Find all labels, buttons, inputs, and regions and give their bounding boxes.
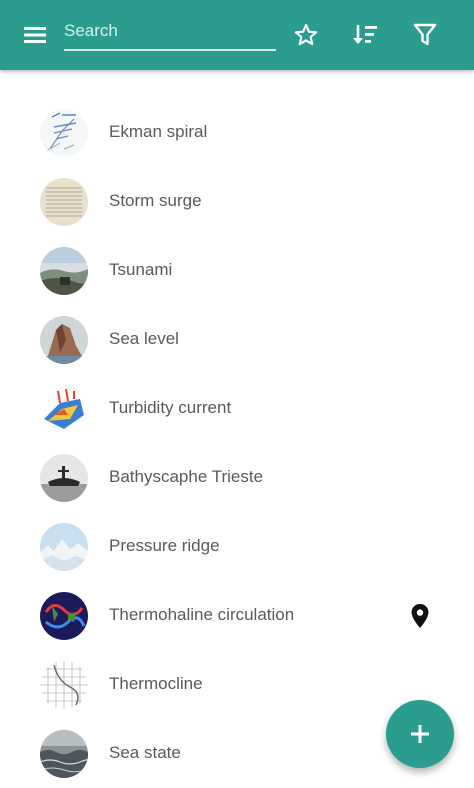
list-item-label: Tsunami (109, 260, 173, 279)
list-item-label: Sea state (109, 743, 181, 762)
search-underline (64, 49, 276, 51)
top-app-bar (0, 0, 474, 70)
list-item-label: Storm surge (109, 191, 202, 210)
sort-button[interactable] (347, 17, 383, 53)
location-pin-icon (411, 604, 429, 628)
list-item-turbidity-current[interactable]: Turbidity current (0, 374, 474, 443)
sort-icon (353, 25, 377, 44)
thumbnail (40, 454, 88, 502)
filter-icon (413, 23, 437, 46)
favorites-button[interactable] (288, 17, 324, 53)
thumbnail (40, 109, 88, 157)
list-item-label: Thermocline (109, 674, 203, 693)
list-item-pressure-ridge[interactable]: Pressure ridge (0, 512, 474, 581)
thumbnail (40, 661, 88, 709)
thumbnail (40, 523, 88, 571)
search-field (64, 12, 276, 52)
thumbnail (40, 592, 88, 640)
list-item-label: Thermohaline circulation (109, 605, 295, 624)
menu-button[interactable] (18, 20, 52, 50)
list-item-ekman-spiral[interactable]: Ekman spiral (0, 98, 474, 167)
search-input[interactable] (64, 16, 276, 46)
hamburger-menu-icon (24, 27, 46, 43)
list-item-label: Bathyscaphe Trieste (109, 467, 264, 486)
list-item-label: Ekman spiral (109, 122, 208, 141)
article-list: Ekman spiral Storm surge Tsunami Sea lev… (0, 98, 474, 788)
list-item-tsunami[interactable]: Tsunami (0, 236, 474, 305)
list-item-storm-surge[interactable]: Storm surge (0, 167, 474, 236)
list-item-label: Pressure ridge (109, 536, 220, 555)
list-item-sea-level[interactable]: Sea level (0, 305, 474, 374)
thumbnail (40, 385, 88, 433)
filter-button[interactable] (407, 17, 443, 53)
star-outline-icon (294, 23, 318, 46)
thumbnail (40, 178, 88, 226)
add-button[interactable] (386, 700, 454, 768)
list-item-thermohaline-circulation[interactable]: Thermohaline circulation (0, 581, 474, 650)
app-screen: Ekman spiral Storm surge (0, 0, 474, 788)
thumbnail (40, 730, 88, 778)
thumbnail (40, 316, 88, 364)
plus-icon (411, 725, 429, 743)
list-item-bathyscaphe-trieste[interactable]: Bathyscaphe Trieste (0, 443, 474, 512)
list-item-label: Turbidity current (109, 398, 232, 417)
list-item-label: Sea level (109, 329, 179, 348)
thumbnail (40, 247, 88, 295)
